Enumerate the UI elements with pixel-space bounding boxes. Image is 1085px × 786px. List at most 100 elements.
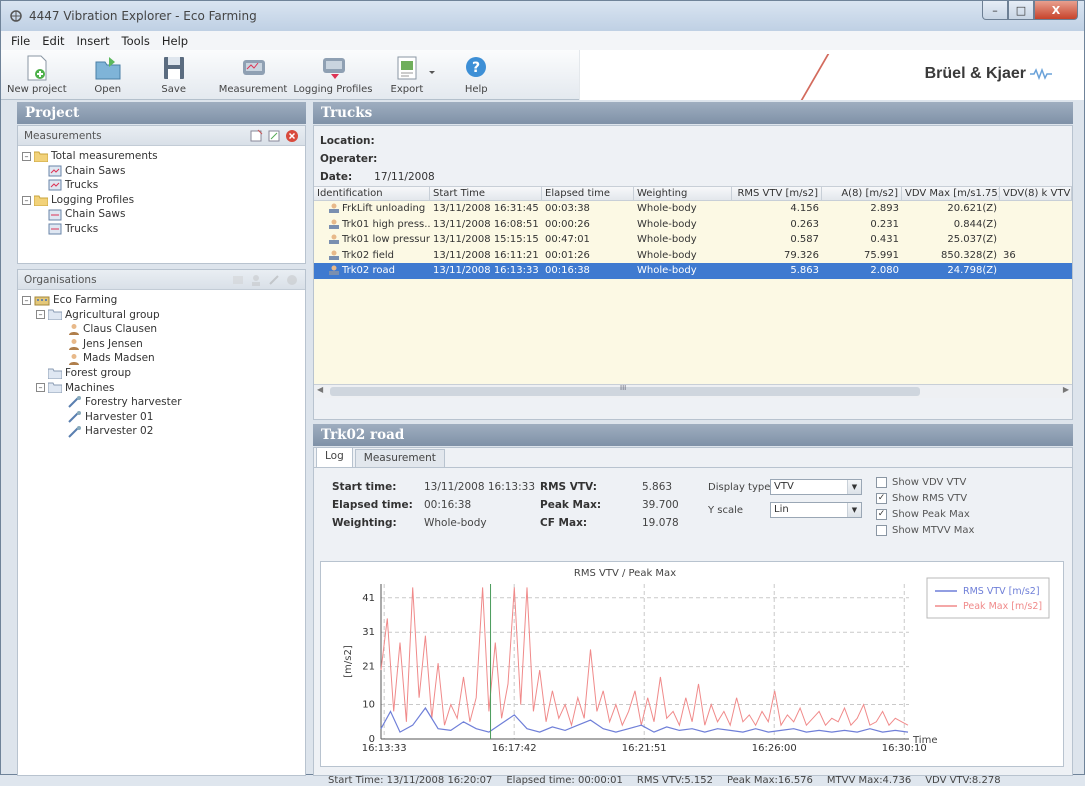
measurement-label: Measurement	[218, 84, 288, 95]
x-tick-label: 16:13:33	[362, 743, 407, 754]
add-org-icon[interactable]	[231, 273, 245, 287]
close-button[interactable]: X	[1034, 1, 1078, 20]
chevron-down-icon[interactable]: ▼	[847, 503, 861, 517]
show-peak-max-checkbox[interactable]: ✓ Show Peak Max	[876, 509, 970, 520]
tree-node-eco-farming[interactable]: – Eco Farming	[22, 293, 301, 308]
menu-help[interactable]: Help	[156, 34, 194, 48]
vibration-chart[interactable]: 01021314116:13:33 16:17:42 16:21:51 16:26:0…	[321, 562, 1063, 766]
table-cell: 75.991	[822, 248, 902, 264]
tree-node-person[interactable]: Jens Jensen	[22, 337, 301, 352]
organisations-header: Organisations	[18, 270, 305, 290]
show-mtvv-max-checkbox[interactable]: Show MTVV Max	[876, 525, 974, 536]
yscale-select[interactable]: Lin ▼	[770, 502, 862, 518]
folder-icon	[34, 195, 48, 206]
display-type-select[interactable]: VTV ▼	[770, 479, 862, 495]
table-row[interactable]: Trk01 low pressure 13/11/2008 15:15:15 00:…	[314, 232, 1072, 248]
tree-node-logging-trucks[interactable]: Trucks	[22, 222, 301, 237]
cell-text: 13/11/2008 16:31:45	[433, 203, 539, 214]
table-cell: 00:16:38	[542, 263, 634, 279]
tree-node-machine[interactable]: Forestry harvester	[22, 395, 301, 410]
tab-log[interactable]: Log	[316, 447, 353, 467]
menu-edit[interactable]: Edit	[36, 34, 70, 48]
col-identification[interactable]: Identification	[314, 187, 430, 200]
checkbox-box[interactable]	[876, 477, 887, 488]
checkbox-box[interactable]	[876, 525, 887, 536]
collapse-icon[interactable]: –	[22, 295, 31, 305]
tree-node-person[interactable]: Claus Clausen	[22, 322, 301, 337]
scrollbar-thumb[interactable]: III	[330, 384, 920, 396]
horizontal-scrollbar[interactable]: ◀ III ▶	[314, 384, 1072, 398]
tree-node-person[interactable]: Mads Madsen	[22, 351, 301, 366]
measurement-button[interactable]: Measurement	[217, 54, 290, 99]
table-cell: Trk02 field	[314, 248, 430, 264]
add-person-icon[interactable]	[249, 273, 263, 287]
brand-name: Brüel & Kjaer	[924, 65, 1026, 82]
checkbox-box[interactable]: ✓	[876, 493, 887, 504]
start-time-label: Start time:	[332, 481, 397, 493]
yscale-label: Y scale	[708, 505, 744, 516]
col-vdv8[interactable]: VDV(8) k VTV [m	[1000, 187, 1072, 200]
measurement-icon	[243, 60, 266, 75]
help-button[interactable]: ? Help	[461, 54, 491, 99]
title-bar[interactable]: 4447 Vibration Explorer - Eco Farming – …	[1, 1, 1084, 31]
tree-label: Harvester 02	[85, 425, 154, 438]
col-elapsed-time[interactable]: Elapsed time	[542, 187, 634, 200]
table-row[interactable]: Trk01 high press... 13/11/2008 16:08:51 00…	[314, 216, 1072, 232]
add-measurement-icon[interactable]	[249, 129, 263, 143]
edit-measurement-icon[interactable]	[267, 129, 281, 143]
new-project-button[interactable]: New project	[5, 54, 69, 99]
weighting-label: Weighting:	[332, 517, 397, 529]
tree-node-forest-group[interactable]: Forest group	[22, 366, 301, 381]
table-cell: 13/11/2008 16:31:45	[430, 201, 542, 217]
show-vdv-vtv-checkbox[interactable]: Show VDV VTV	[876, 477, 966, 488]
collapse-icon[interactable]: –	[22, 195, 31, 205]
collapse-icon[interactable]: –	[36, 310, 45, 320]
table-row[interactable]: FrkLift unloading 13/11/2008 16:31:45 00:0…	[314, 201, 1072, 217]
logging-profiles-label: Logging Profiles	[293, 84, 373, 95]
tree-node-total-measurements[interactable]: – Total measurements	[22, 149, 301, 164]
collapse-icon[interactable]: –	[22, 151, 31, 161]
tree-node-logging-chain-saws[interactable]: Chain Saws	[22, 207, 301, 222]
col-weighting[interactable]: Weighting	[634, 187, 732, 200]
maximize-button[interactable]: □	[1008, 1, 1034, 20]
cell-text: 13/11/2008 16:11:21	[433, 249, 539, 261]
edit-icon[interactable]	[267, 273, 281, 287]
detail-tabs: Log Measurement	[314, 447, 1072, 468]
tree-node-machines[interactable]: – Machines	[22, 381, 301, 396]
table-row[interactable]: Trk02 field 13/11/2008 16:11:21 00:01:26 Wh…	[314, 247, 1072, 264]
chevron-down-icon[interactable]: ▼	[847, 480, 861, 494]
tree-node-machine[interactable]: Harvester 01	[22, 410, 301, 425]
tree-node-logging-profiles[interactable]: – Logging Profiles	[22, 193, 301, 208]
scroll-left-icon[interactable]: ◀	[317, 385, 323, 394]
col-a8[interactable]: A(8) [m/s2]	[822, 187, 902, 200]
col-vdv-max[interactable]: VDV Max [m/s1.75]	[902, 187, 1000, 200]
tree-node-trucks[interactable]: Trucks	[22, 178, 301, 193]
show-rms-vtv-checkbox[interactable]: ✓ Show RMS VTV	[876, 493, 967, 504]
table-row[interactable]: Trk02 road 13/11/2008 16:13:33 00:16:38 Who…	[314, 263, 1072, 279]
tree-node-chain-saws[interactable]: Chain Saws	[22, 164, 301, 179]
col-start-time[interactable]: Start Time	[430, 187, 542, 200]
collapse-icon[interactable]: –	[36, 383, 45, 393]
menu-tools[interactable]: Tools	[116, 34, 156, 48]
checkbox-label: Show MTVV Max	[892, 525, 975, 536]
table-cell: 24.798(Z)	[902, 263, 1000, 279]
scroll-right-icon[interactable]: ▶	[1063, 385, 1069, 394]
export-button[interactable]: Export	[389, 54, 426, 99]
open-button[interactable]: Open	[91, 54, 125, 99]
tree-node-machine[interactable]: Harvester 02	[22, 424, 301, 439]
remove-icon[interactable]	[285, 273, 299, 287]
minimize-button[interactable]: –	[982, 1, 1008, 20]
menu-insert[interactable]: Insert	[71, 34, 116, 48]
tree-node-agricultural-group[interactable]: – Agricultural group	[22, 308, 301, 323]
menu-file[interactable]: File	[5, 34, 36, 48]
col-rms-vtv[interactable]: RMS VTV [m/s2]	[732, 187, 822, 200]
save-button[interactable]: Save	[159, 54, 189, 99]
logging-profiles-button[interactable]: Logging Profiles	[291, 54, 374, 99]
tab-measurement[interactable]: Measurement	[354, 449, 445, 467]
delete-icon[interactable]	[285, 129, 299, 143]
export-dropdown-button[interactable]	[425, 69, 439, 99]
cell-text: 0.844(Z)	[953, 218, 997, 230]
date-label: Date:	[320, 171, 353, 183]
y-axis-label: [m/s2]	[343, 645, 354, 678]
checkbox-box[interactable]: ✓	[876, 509, 887, 520]
